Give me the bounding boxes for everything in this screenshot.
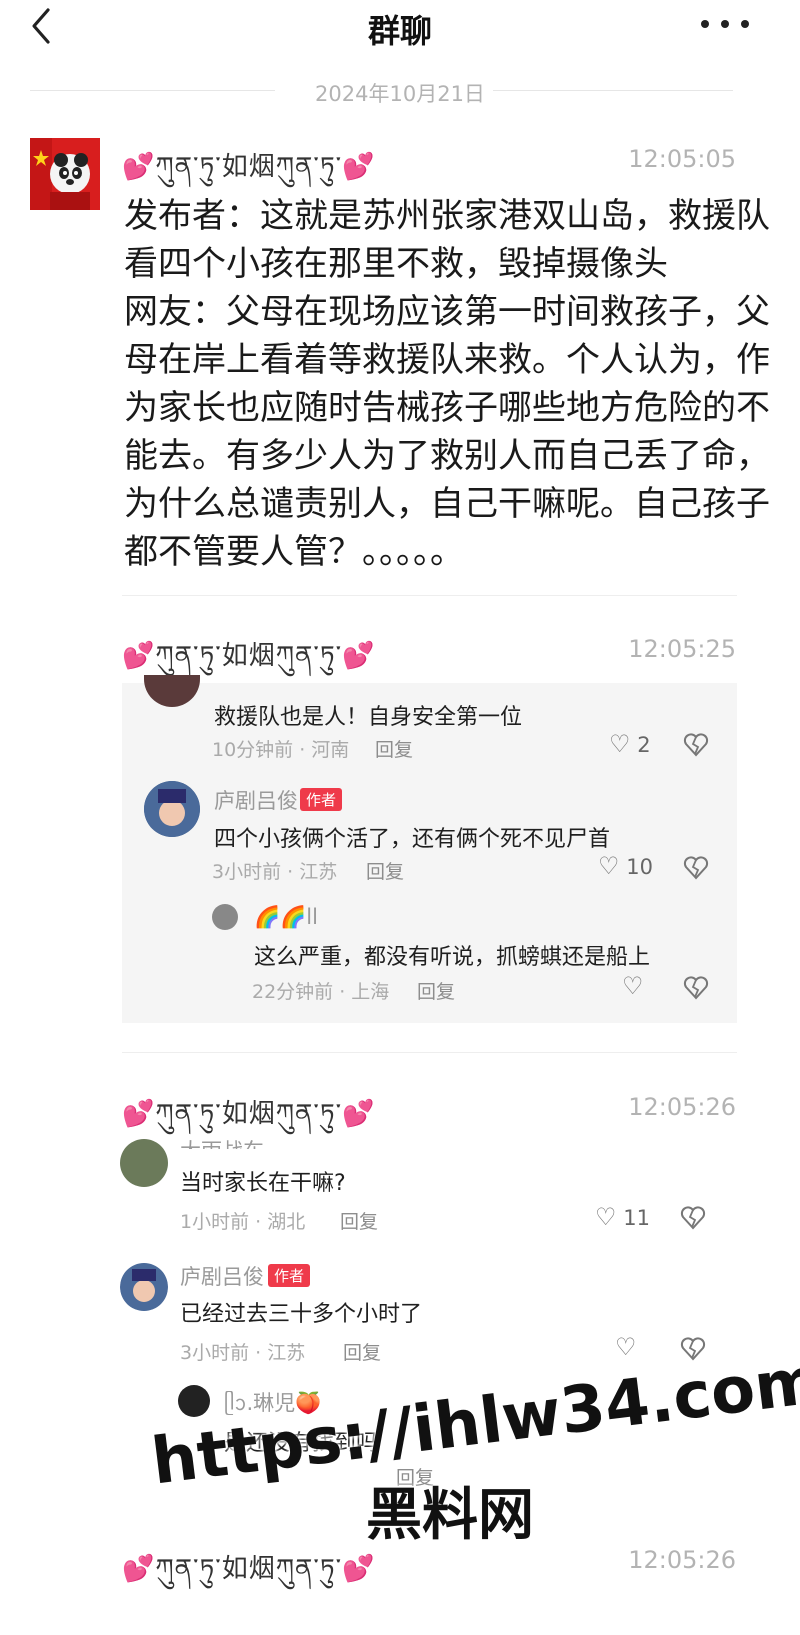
commenter-name: 庐剧吕俊 xyxy=(214,789,298,813)
author-tag: 作者 xyxy=(268,1264,311,1287)
heart-icon: ♡ xyxy=(609,730,631,758)
heart-icon: ♡ xyxy=(615,1333,637,1361)
reply-link[interactable]: 回复 xyxy=(375,735,413,762)
like-button[interactable]: ♡ 11 xyxy=(595,1203,650,1231)
message-time: 12:05:26 xyxy=(628,1546,736,1574)
commenter-avatar xyxy=(178,1385,210,1417)
author-tag: 作者 xyxy=(300,788,343,811)
comment-text: 当时家长在干嘛? xyxy=(180,1171,346,1196)
comment-text: 已经过去三十多个小时了 xyxy=(180,1302,423,1327)
comment-meta: 3小时前 · 江苏 xyxy=(212,861,338,883)
message-time: 12:05:25 xyxy=(628,635,736,663)
heart-icon: ♡ xyxy=(595,1203,617,1231)
message-text: 发布者：这就是苏州张家港双山岛，救援队看四个小孩在那里不救，毁掉摄像头 网友：父… xyxy=(124,196,770,572)
commenter-avatar xyxy=(144,675,200,707)
heart-icon: ♡ xyxy=(622,972,644,1000)
commenter-name: 🌈🌈ll xyxy=(254,905,318,929)
date-divider: 2024年10月21日 xyxy=(315,82,485,106)
comment-screenshot: 救援队也是人！自身安全第一位 10分钟前 · 河南 回复 ♡ 2 庐剧吕俊 作者… xyxy=(122,675,737,1023)
message-time: 12:05:26 xyxy=(628,1093,736,1121)
page-title: 群聊 xyxy=(367,12,432,50)
commenter-avatar xyxy=(212,904,238,930)
dislike-icon[interactable] xyxy=(680,1205,706,1231)
comment-text: 这么严重，都没有听说，抓螃蜞还是船上 xyxy=(254,945,651,970)
separator xyxy=(122,1052,737,1053)
message-time: 12:05:05 xyxy=(628,145,736,173)
like-button[interactable]: ♡ 10 xyxy=(598,852,653,880)
comment-meta: 1小时前 · 湖北 xyxy=(180,1211,306,1233)
reply-link[interactable]: 回复 xyxy=(340,1207,378,1234)
dislike-icon[interactable] xyxy=(683,975,709,1001)
reply-link[interactable]: 回复 xyxy=(417,977,455,1004)
commenter-avatar xyxy=(144,781,200,837)
reply-link[interactable]: 回复 xyxy=(366,857,404,884)
commenter-name: 庐剧吕俊 xyxy=(180,1265,264,1289)
sender-name: 💕ཀུན་ཏུ་如烟ཀུན་ཏུ་💕 xyxy=(122,1554,376,1584)
comment-text: 救援队也是人！自身安全第一位 xyxy=(214,705,523,730)
dislike-icon[interactable] xyxy=(683,855,709,881)
commenter-name: 大雨战车 xyxy=(180,1135,264,1149)
heart-icon: ♡ xyxy=(598,852,620,880)
divider xyxy=(493,90,733,91)
commenter-avatar xyxy=(120,1261,168,1313)
comment-meta: 10分钟前 · 河南 xyxy=(212,739,350,761)
more-icon xyxy=(701,20,749,28)
more-options-button[interactable] xyxy=(695,7,755,41)
separator xyxy=(122,595,737,596)
like-button[interactable]: ♡ 2 xyxy=(609,730,651,758)
reply-link[interactable]: 回复 xyxy=(343,1338,381,1365)
watermark-name: 黑料网 xyxy=(366,1483,534,1548)
comment-text: 四个小孩俩个活了，还有俩个死不见尸首 xyxy=(214,827,611,852)
avatar[interactable] xyxy=(30,138,100,210)
dislike-icon[interactable] xyxy=(683,732,709,758)
comment-meta: 3小时前 · 江苏 xyxy=(180,1342,306,1364)
like-button[interactable]: ♡ xyxy=(622,972,644,1000)
commenter-avatar xyxy=(120,1139,168,1187)
like-button[interactable]: ♡ xyxy=(615,1333,637,1361)
comment-meta: 22分钟前 · 上海 xyxy=(252,981,390,1003)
